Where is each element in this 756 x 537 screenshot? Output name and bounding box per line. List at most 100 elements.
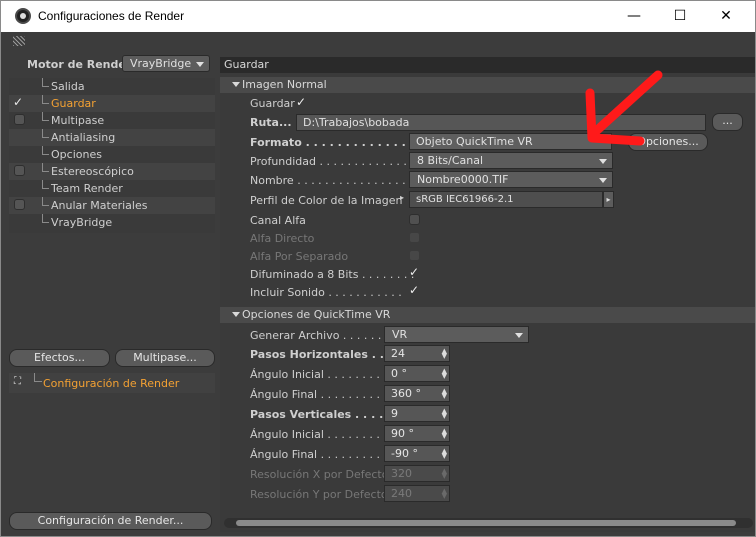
resolucion-x-label: Resolución X por Defecto [250,468,389,481]
sidebar-item-label: Opciones [51,148,102,161]
angulo-inicial-h-input[interactable]: 0 ° ▲ ▼ [384,365,450,382]
angulo-inicial-v-input[interactable]: 90 ° ▲ ▼ [384,425,450,442]
pasos-horizontales-value: 24 [391,347,405,360]
spinner-arrows-icon[interactable]: ▲ ▼ [442,468,447,480]
canal-alfa-checkbox[interactable] [409,214,420,225]
formato-label: Formato . . . . . . . . . . . . . . . [250,136,422,149]
efectos-button[interactable]: Efectos... [9,349,110,367]
angulo-final-h-label: Ángulo Final . . . . . . . . . . . [250,388,395,401]
profundidad-value: 8 Bits/Canal [417,154,484,167]
tree-connector [42,95,49,104]
spinner-arrows-icon[interactable]: ▲ ▼ [442,388,447,400]
sidebar-item-label: Anular Materiales [51,199,148,212]
sidebar-item-estereoscopico[interactable]: Estereoscópico [9,163,215,180]
alfa-separado-checkbox[interactable] [409,250,420,261]
render-config-button[interactable]: Configuración de Render... [9,512,212,530]
angulo-inicial-v-value: 90 ° [391,427,414,440]
canal-alfa-label: Canal Alfa [250,214,306,227]
settings-sidebar: Motor de Render VrayBridge Salida ✓ Guard… [9,50,215,532]
sidebar-item-label: VrayBridge [51,216,113,229]
pasos-horizontales-input[interactable]: 24 ▲ ▼ [384,345,450,362]
chevron-down-icon [196,62,204,67]
enable-checkbox[interactable] [14,114,25,125]
nombre-label: Nombre . . . . . . . . . . . . . . . . [250,174,406,187]
section-title: Imagen Normal [242,78,327,91]
ruta-label: Ruta... [250,116,292,129]
tree-connector [42,78,49,87]
difuminado-checkmark-icon[interactable]: ✓ [409,265,419,279]
render-config-list: ⛶ Configuración de Render [9,373,215,393]
spinner-arrows-icon[interactable]: ▲ ▼ [442,428,447,440]
pasos-verticales-value: 9 [391,407,398,420]
incluir-sonido-checkmark-icon[interactable]: ✓ [409,283,419,297]
guardar-checkmark-icon[interactable]: ✓ [296,95,306,109]
close-button[interactable]: ✕ [703,5,749,27]
browse-path-button[interactable]: ... [712,113,743,131]
render-config-item[interactable]: Configuración de Render [43,377,179,390]
minimize-button[interactable]: — [611,5,657,27]
sidebar-item-antialiasing[interactable]: Antialiasing [9,129,215,146]
alfa-separado-label: Alfa Por Separado [250,250,349,263]
render-settings-window: Configuraciones de Render — ☐ ✕ Motor de… [0,0,756,537]
sidebar-item-label: Estereoscópico [51,165,134,178]
expand-icon[interactable]: ⛶ [14,376,21,387]
multipase-button[interactable]: Multipase... [115,349,215,367]
angulo-final-v-value: -90 ° [391,447,418,460]
window-title: Configuraciones de Render [38,9,185,23]
perfil-menu-arrow-icon[interactable]: ▸ [603,191,614,208]
render-engine-dropdown[interactable]: VrayBridge [122,55,210,72]
sidebar-item-label: Antialiasing [51,131,116,144]
sidebar-item-multipase[interactable]: Multipase [9,112,215,129]
sidebar-item-vraybridge[interactable]: VrayBridge [9,214,215,231]
angulo-final-h-value: 360 ° [391,387,421,400]
render-engine-label: Motor de Render [27,58,132,71]
sidebar-item-guardar[interactable]: ✓ Guardar [9,95,215,112]
sidebar-item-salida[interactable]: Salida [9,78,215,95]
tree-connector [42,163,49,172]
pasos-verticales-input[interactable]: 9 ▲ ▼ [384,405,450,422]
sidebar-item-label: Team Render [51,182,123,195]
grip-dots-icon [13,36,25,46]
nombre-dropdown[interactable]: Nombre0000.TIF [409,171,613,188]
tree-connector [42,112,49,121]
resolucion-y-value: 240 [391,487,412,500]
generar-archivo-dropdown[interactable]: VR [384,326,529,343]
settings-tree: Salida ✓ Guardar Multipase Antialiasing O… [9,78,215,233]
spinner-arrows-icon[interactable]: ▲ ▼ [442,348,447,360]
sidebar-item-opciones[interactable]: Opciones [9,146,215,163]
sidebar-item-anular-materiales[interactable]: Anular Materiales [9,197,215,214]
angulo-final-v-input[interactable]: -90 ° ▲ ▼ [384,445,450,462]
maximize-button[interactable]: ☐ [657,5,703,27]
spinner-arrows-icon[interactable]: ▲ ▼ [442,408,447,420]
alfa-directo-label: Alfa Directo [250,232,315,245]
collapse-triangle-icon [232,312,240,317]
angulo-inicial-h-value: 0 ° [391,367,407,380]
difuminado-label: Difuminado a 8 Bits . . . . . . . . [250,268,415,281]
sidebar-item-label: Multipase [51,114,105,127]
expand-arrow-icon[interactable]: ▸ [400,193,404,202]
checkmark-icon[interactable]: ✓ [13,95,23,109]
sidebar-item-team-render[interactable]: Team Render [9,180,215,197]
spinner-arrows-icon[interactable]: ▲ ▼ [442,448,447,460]
alfa-directo-checkbox[interactable] [409,232,420,243]
spinner-arrows-icon[interactable]: ▲ ▼ [442,488,447,500]
tree-connector [42,180,49,189]
tree-connector [42,197,49,206]
sidebar-item-label: Salida [51,80,85,93]
spinner-arrows-icon[interactable]: ▲ ▼ [442,368,447,380]
section-quicktime-vr[interactable]: Opciones de QuickTime VR [220,307,755,323]
generar-archivo-label: Generar Archivo . . . . . . . . [250,329,396,342]
enable-checkbox[interactable] [14,199,25,210]
horizontal-scrollbar[interactable] [224,518,753,528]
angulo-final-h-input[interactable]: 360 ° ▲ ▼ [384,385,450,402]
panel-grip[interactable] [9,34,749,48]
sidebar-item-label: Guardar [51,97,96,110]
enable-checkbox[interactable] [14,165,25,176]
resolucion-y-input[interactable]: 240 ▲ ▼ [384,485,450,502]
perfil-color-field[interactable]: sRGB IEC61966-2.1 [409,191,603,208]
scrollbar-thumb[interactable] [236,520,736,526]
cinema4d-app-icon [15,8,31,24]
resolucion-x-input[interactable]: 320 ▲ ▼ [384,465,450,482]
render-engine-value: VrayBridge [130,57,192,70]
tree-connector [42,129,49,138]
